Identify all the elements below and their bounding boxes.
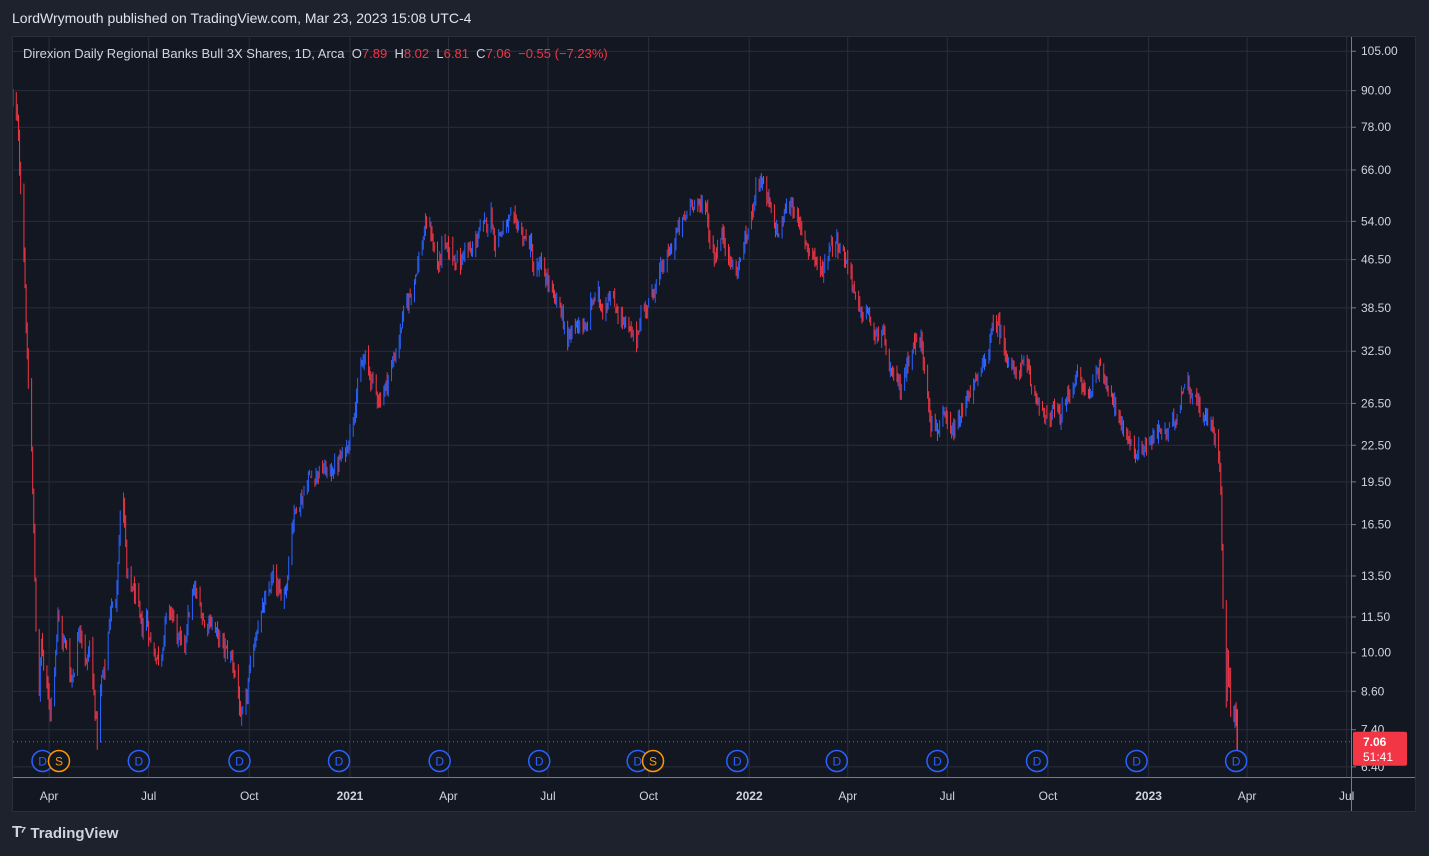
y-tick-label: 19.50 (1361, 475, 1391, 489)
chart-pane[interactable]: 105.00 90.00 78.00 66.00 54.00 46.50 38.50 32.5… (12, 36, 1416, 812)
event-marker-label: S (55, 755, 63, 769)
legend-open-label: O (351, 46, 362, 61)
y-tick-label: 26.50 (1361, 396, 1391, 410)
x-tick-label: Apr (1238, 789, 1257, 803)
y-tick-label: 22.50 (1361, 438, 1391, 452)
x-tick-label: 2022 (736, 789, 763, 803)
x-tick-label: 2021 (337, 789, 364, 803)
event-marker-label: D (933, 755, 942, 769)
legend-symbol-desc: Direxion Daily Regional Banks Bull 3X Sh… (23, 46, 345, 61)
tradingview-logo-text: TradingView (30, 824, 119, 842)
y-tick-label: 66.00 (1361, 163, 1391, 177)
y-tick-label: 11.50 (1361, 610, 1390, 624)
event-marker-label: D (134, 755, 143, 769)
symbol-legend: Direxion Daily Regional Banks Bull 3X Sh… (23, 46, 608, 61)
x-tick-label: Oct (240, 789, 259, 803)
price-chart[interactable]: 105.00 90.00 78.00 66.00 54.00 46.50 38.50 32.5… (13, 37, 1415, 811)
legend-high-label: H (394, 46, 404, 61)
legend-high-value: 8.02 (403, 46, 430, 61)
event-marker-label: D (435, 755, 444, 769)
tradingview-logo-icon: T⁷ (12, 824, 26, 841)
bar-countdown: 51:41 (1363, 750, 1393, 764)
legend-close-value: 7.06 (485, 46, 511, 61)
legend-low-label: L (436, 46, 444, 61)
event-marker-label: D (1232, 755, 1241, 769)
x-tick-label: Apr (439, 789, 458, 803)
event-marker-label: D (535, 755, 544, 769)
y-tick-label: 105.00 (1361, 44, 1398, 58)
event-marker-label: D (733, 755, 742, 769)
x-tick-label: Jul (141, 789, 156, 803)
event-marker-label: D (832, 755, 841, 769)
tradingview-logo[interactable]: T⁷ TradingView (12, 824, 118, 842)
y-tick-label: 46.50 (1361, 253, 1391, 267)
x-tick-label: Oct (639, 789, 658, 803)
event-marker-label: D (633, 755, 642, 769)
event-marker-label: D (38, 755, 47, 769)
x-tick-label: Jul (940, 789, 955, 803)
event-marker-label: D (235, 755, 244, 769)
publisher-line: LordWrymouth published on TradingView.co… (12, 10, 472, 26)
y-tick-label: 10.00 (1361, 646, 1391, 660)
x-tick-label: Jul (540, 789, 555, 803)
x-tick-label: Apr (40, 789, 59, 803)
legend-change: −0.55 (−7.23%) (518, 46, 608, 61)
event-marker-label: D (335, 755, 344, 769)
x-tick-label: 2023 (1135, 789, 1162, 803)
event-marker-label: S (649, 755, 657, 769)
legend-open-value: 7.89 (361, 46, 388, 61)
y-tick-label: 16.50 (1361, 518, 1391, 532)
y-tick-label: 32.50 (1361, 344, 1391, 358)
last-price-value: 7.06 (1363, 735, 1387, 749)
y-tick-label: 90.00 (1361, 84, 1391, 98)
x-tick-label: Apr (838, 789, 857, 803)
y-tick-label: 13.50 (1361, 569, 1391, 583)
x-tick-label: Oct (1039, 789, 1058, 803)
legend-close-label: C (476, 46, 486, 61)
y-tick-label: 54.00 (1361, 214, 1391, 228)
y-tick-label: 8.60 (1361, 684, 1385, 698)
y-tick-label: 78.00 (1361, 120, 1391, 134)
legend-low-value: 6.81 (443, 46, 469, 61)
event-marker-label: D (1033, 755, 1042, 769)
y-tick-label: 38.50 (1361, 301, 1391, 315)
event-marker-label: D (1132, 755, 1141, 769)
